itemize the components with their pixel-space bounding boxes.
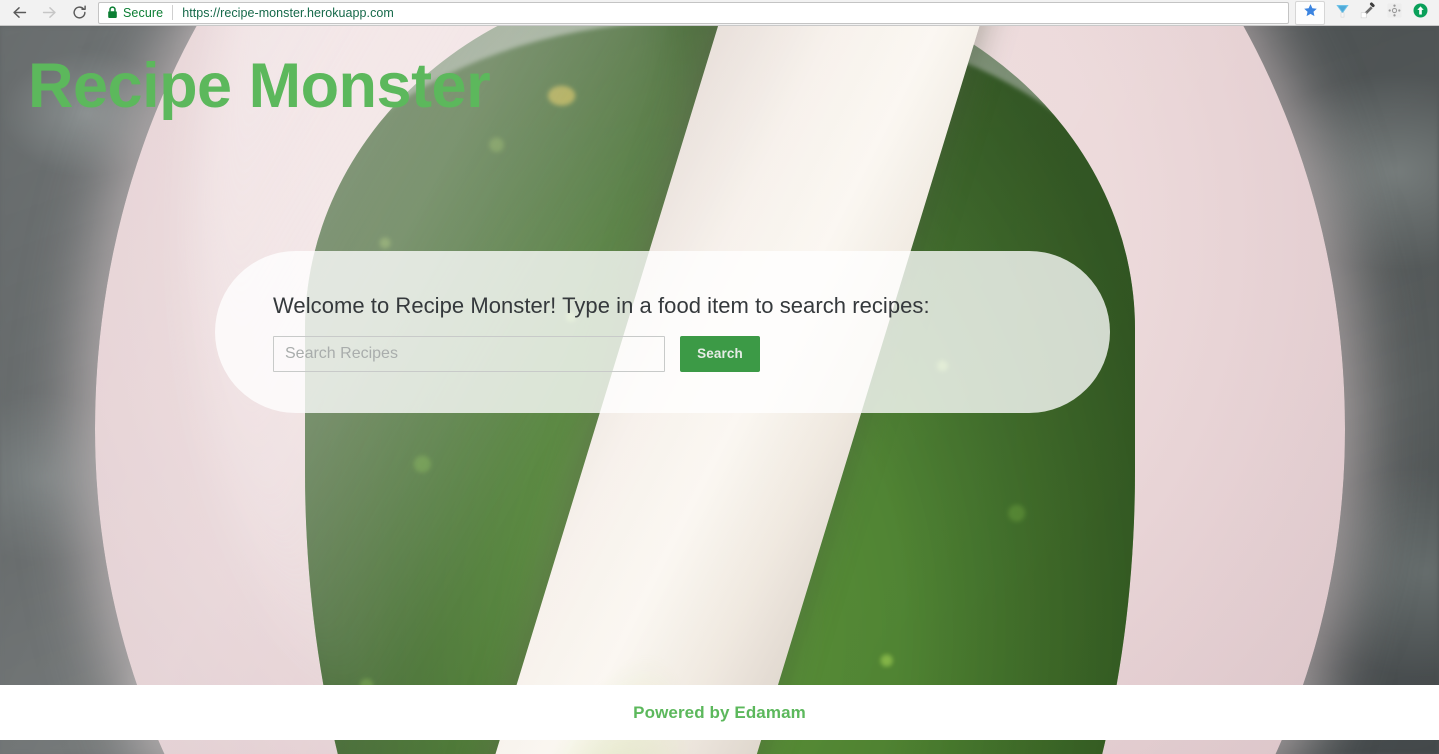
address-bar[interactable]: Secure https://recipe-monster.herokuapp.…	[98, 1, 1289, 24]
back-arrow-icon	[11, 4, 28, 21]
page-content: Recipe Monster Welcome to Recipe Monster…	[0, 26, 1439, 754]
site-footer: Powered by Edamam	[0, 685, 1439, 740]
grid-icon	[1386, 2, 1403, 24]
upload-circle-icon	[1412, 2, 1429, 24]
lock-icon	[107, 6, 118, 19]
bookmark-star-icon	[1303, 3, 1318, 23]
honey-drop-icon	[1334, 2, 1351, 24]
security-status-label: Secure	[123, 5, 164, 20]
browser-toolbar: Secure https://recipe-monster.herokuapp.…	[0, 0, 1439, 26]
honey-extension-button[interactable]	[1329, 0, 1355, 26]
reload-button[interactable]	[64, 0, 94, 26]
omnibox-divider	[172, 5, 174, 20]
bookmark-star-button[interactable]	[1295, 0, 1325, 25]
update-extension-button[interactable]	[1407, 0, 1433, 26]
forward-button[interactable]	[34, 0, 64, 26]
search-row: Search	[273, 335, 1052, 372]
reload-icon	[71, 4, 88, 21]
welcome-message: Welcome to Recipe Monster! Type in a foo…	[273, 292, 930, 318]
extension-icons	[1295, 0, 1439, 26]
search-card: Welcome to Recipe Monster! Type in a foo…	[215, 251, 1110, 413]
search-button[interactable]: Search	[680, 335, 760, 372]
page-title: Recipe Monster	[28, 51, 491, 121]
eyedropper-icon	[1360, 1, 1377, 24]
back-button[interactable]	[4, 0, 34, 26]
grid-extension-button[interactable]	[1381, 0, 1407, 26]
forward-arrow-icon	[41, 4, 58, 21]
eyedropper-extension-button[interactable]	[1355, 0, 1381, 26]
url-text: https://recipe-monster.herokuapp.com	[182, 5, 394, 20]
search-input[interactable]	[273, 335, 665, 372]
powered-by-label: Powered by Edamam	[633, 702, 806, 722]
